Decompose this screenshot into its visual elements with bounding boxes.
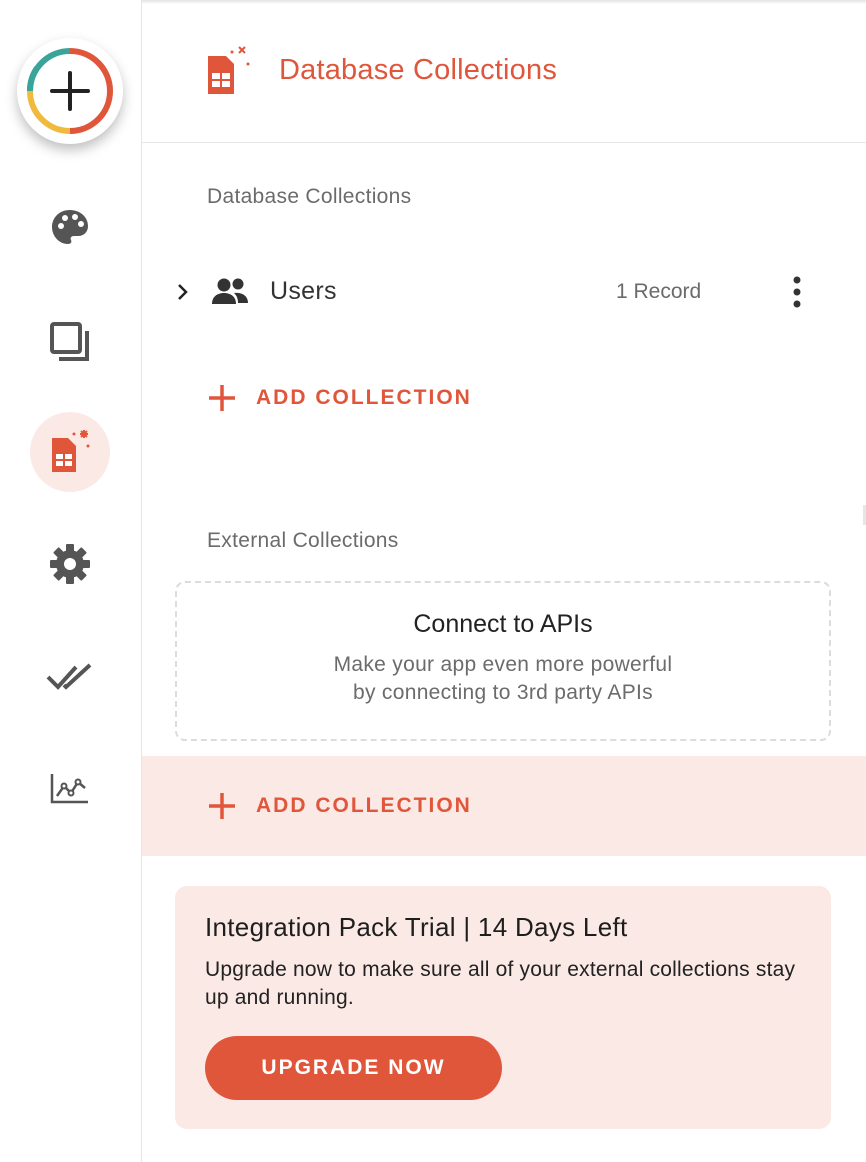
double-check-icon	[46, 663, 92, 690]
app-root: Database Collections Database Collection…	[0, 0, 866, 1162]
trial-title: Integration Pack Trial | 14 Days Left	[205, 912, 628, 942]
plus-icon	[209, 793, 235, 819]
plus-icon	[209, 385, 235, 411]
add-fab-button[interactable]	[17, 38, 123, 144]
external-section-label: External Collections	[207, 529, 399, 552]
screens-icon	[50, 322, 89, 361]
collection-record-count: 1 Record	[616, 280, 702, 303]
collection-name: Users	[270, 277, 337, 305]
left-nav-rail	[0, 0, 142, 1162]
database-icon	[52, 430, 90, 472]
collection-row-users[interactable]: Users 1 Record	[142, 258, 866, 328]
trial-message: Upgrade now to make sure all of your ext…	[205, 958, 796, 1009]
connect-apis-card[interactable]: Connect to APIs Make your app even more …	[175, 581, 831, 741]
add-external-collection-button[interactable]: ADD COLLECTION	[206, 781, 472, 831]
upgrade-now-button[interactable]: UPGRADE NOW	[205, 1036, 502, 1100]
api-card-description: Make your app even more powerful by conn…	[177, 651, 829, 707]
users-icon	[212, 278, 248, 304]
chevron-right-icon[interactable]	[176, 281, 190, 303]
analytics-icon	[50, 774, 88, 804]
api-card-line-1: Make your app even more powerful	[333, 653, 673, 676]
api-card-line-2: by connecting to 3rd party APIs	[353, 681, 653, 704]
add-collection-label: ADD COLLECTION	[256, 386, 472, 409]
panel-header: Database Collections	[142, 0, 866, 143]
nav-analytics[interactable]	[30, 748, 110, 828]
add-database-collection-button[interactable]: ADD COLLECTION	[206, 373, 472, 423]
palette-icon	[52, 210, 88, 244]
page-title: Database Collections	[279, 54, 558, 86]
database-icon	[208, 46, 250, 94]
database-section-label: Database Collections	[207, 185, 412, 208]
nav-screens[interactable]	[30, 302, 110, 382]
api-card-title: Connect to APIs	[413, 610, 593, 638]
more-options-icon[interactable]	[787, 274, 807, 310]
nav-settings[interactable]	[30, 524, 110, 604]
nav-theme[interactable]	[30, 187, 110, 267]
nav-database[interactable]	[30, 412, 110, 492]
gear-icon	[50, 544, 90, 584]
nav-checklist[interactable]	[30, 637, 110, 717]
add-collection-label: ADD COLLECTION	[256, 794, 472, 817]
trial-banner: Integration Pack Trial | 14 Days Left Up…	[175, 886, 831, 1129]
collections-panel: Database Collections Database Collection…	[142, 0, 866, 1162]
plus-icon	[26, 48, 113, 134]
